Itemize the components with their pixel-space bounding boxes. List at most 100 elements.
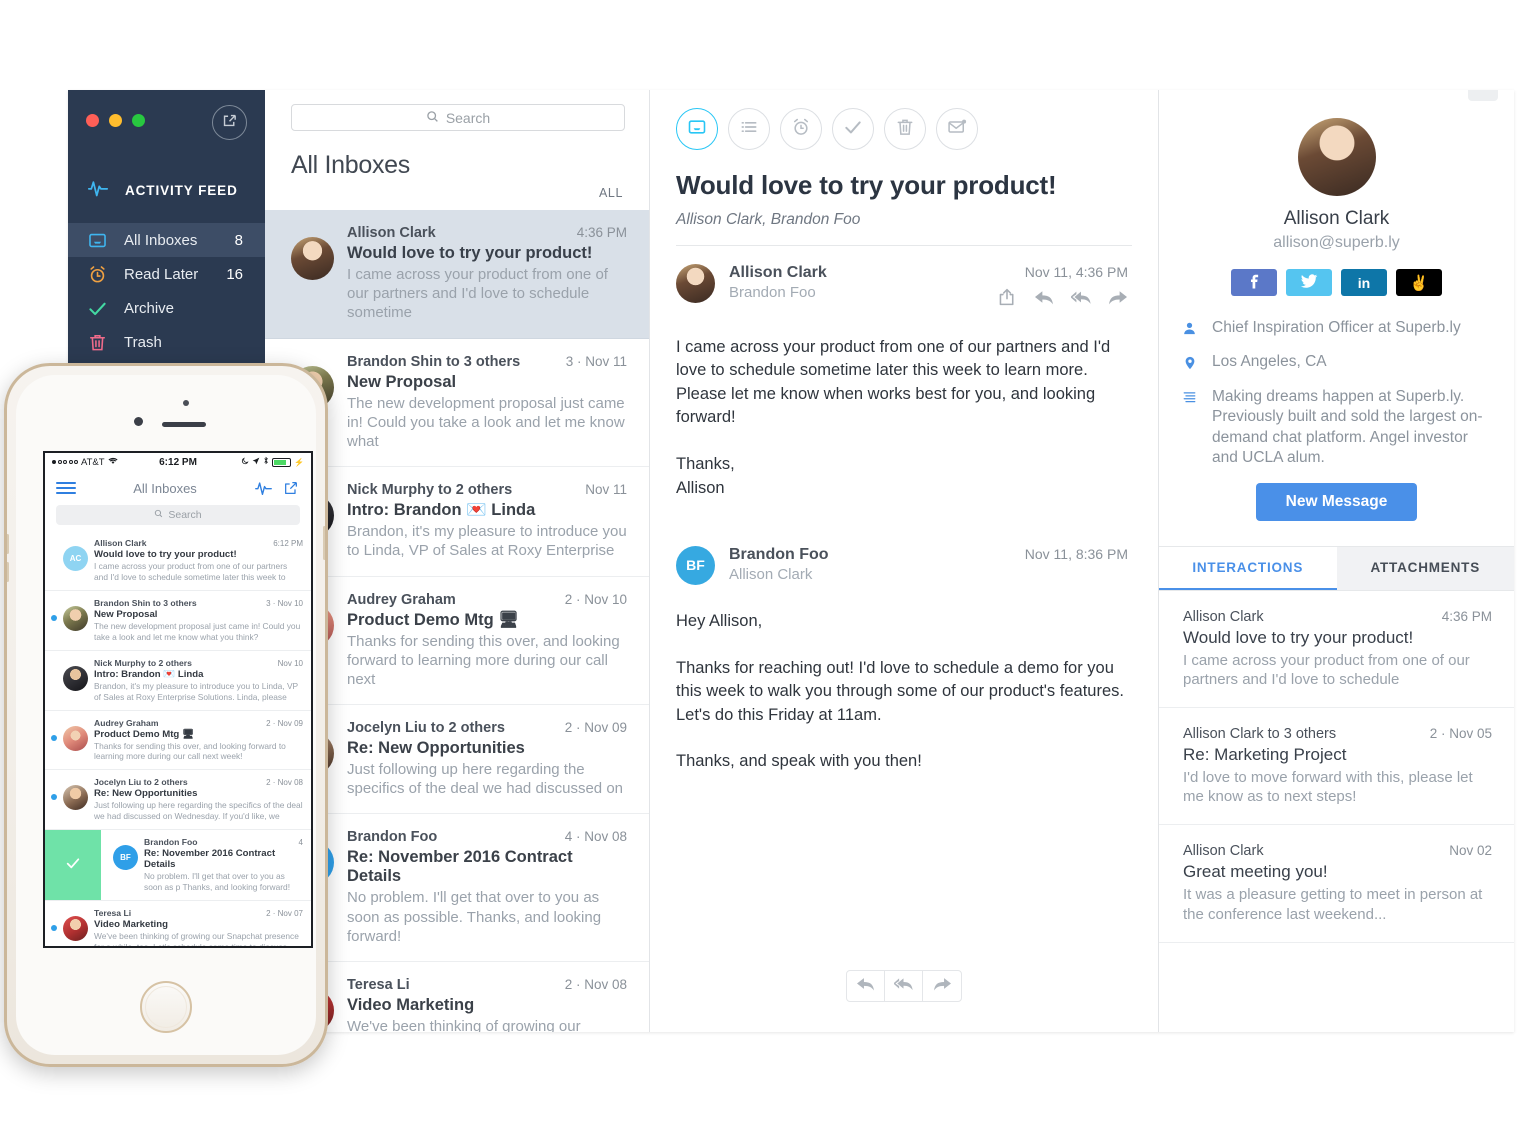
contact-panel: Allison Clark allison@superb.ly in ✌ Chi… (1159, 90, 1514, 1032)
interaction-sender: Allison Clark to 3 others (1183, 726, 1337, 743)
list-item[interactable]: Allison Clark 4:36 PM Would love to try … (1159, 591, 1514, 709)
message-column: Would love to try your product! Allison … (650, 90, 1159, 1032)
row-subject: Re: November 2016 Contract Details (144, 848, 276, 871)
tab-interactions[interactable]: INTERACTIONS (1159, 546, 1337, 590)
facebook-link[interactable] (1231, 269, 1277, 296)
mail-unread-icon (947, 117, 967, 142)
row-subject: Product Demo Mtg 🖥 (347, 610, 520, 629)
hamburger-icon[interactable] (56, 478, 76, 497)
avatar (63, 725, 88, 751)
toolbar-list-button[interactable] (728, 108, 770, 150)
activity-icon (87, 179, 109, 202)
row-meta: 3 · Nov 11 (565, 353, 627, 369)
power-button[interactable] (323, 526, 325, 560)
list-item[interactable]: Allison Clark Nov 02 Great meeting you! … (1159, 825, 1514, 943)
new-message-button[interactable]: New Message (1255, 482, 1418, 521)
reply-icon[interactable] (1034, 288, 1054, 311)
angellist-link[interactable]: ✌ (1396, 269, 1442, 296)
share-icon[interactable] (997, 288, 1017, 311)
toolbar-archive-button[interactable] (832, 108, 874, 150)
row-sender: Nick Murphy to 2 others (347, 482, 513, 499)
toolbar-snooze-button[interactable] (780, 108, 822, 150)
row-subject: New Proposal (347, 372, 457, 391)
window-controls[interactable] (86, 114, 145, 127)
linkedin-link[interactable]: in (1341, 269, 1387, 296)
battery-icon (272, 457, 292, 467)
twitter-link[interactable] (1286, 269, 1332, 296)
contact-header: Allison Clark allison@superb.ly in ✌ (1159, 90, 1514, 296)
row-meta: 3 · Nov 10 (266, 598, 303, 608)
phone-search-input[interactable]: Search (56, 505, 300, 525)
sidebar-item-count: 16 (226, 265, 243, 283)
toolbar-inbox-button[interactable] (676, 108, 718, 150)
compose-icon[interactable] (281, 480, 300, 496)
sidebar-item-read-later[interactable]: Read Later 16 (68, 257, 265, 291)
volume-up-button[interactable] (7, 534, 9, 554)
signal-icon (52, 460, 78, 464)
row-meta: 4 (298, 838, 303, 848)
row-preview: I came across your product from one of o… (347, 266, 608, 322)
archive-swipe-action[interactable] (45, 830, 101, 901)
activity-icon[interactable] (254, 481, 273, 495)
list-item-swiped[interactable]: BF Brandon Foo 4 Re: November 2016 Contr… (45, 830, 311, 902)
list-item[interactable]: Allison Clark to 3 others 2 · Nov 05 Re:… (1159, 708, 1514, 826)
unread-badge (51, 614, 57, 621)
row-subject: Re: New Opportunities (347, 739, 525, 758)
sidebar-item-trash[interactable]: Trash (68, 325, 265, 359)
list-item[interactable]: Brandon Shin to 3 others 3 · Nov 10 New … (45, 591, 311, 651)
interaction-sender: Allison Clark (1183, 843, 1264, 860)
home-button[interactable] (140, 981, 192, 1033)
read-spacer (51, 538, 57, 583)
toolbar-mark-unread-button[interactable] (936, 108, 978, 150)
check-icon (843, 117, 863, 142)
volume-down-button[interactable] (7, 562, 9, 582)
message-date: Nov 11, 4:36 PM (1024, 264, 1128, 280)
sidebar-item-archive[interactable]: Archive (68, 291, 265, 325)
reply-all-icon[interactable] (1070, 288, 1091, 311)
inbox-icon (88, 231, 107, 250)
compose-button[interactable] (212, 105, 247, 140)
facebook-icon (1245, 272, 1263, 294)
interaction-subject: Re: Marketing Project (1183, 745, 1347, 765)
front-camera (134, 417, 143, 426)
sidebar-item-all-inboxes[interactable]: All Inboxes 8 (68, 223, 265, 257)
sidebar-item-activity-feed[interactable]: ACTIVITY FEED (68, 168, 265, 212)
message-sender: Brandon Foo (729, 545, 829, 563)
alarm-icon (88, 265, 107, 284)
phone-mockup: AT&T 6:12 PM ⚡ All Inboxes Search AC All… (4, 363, 328, 1067)
list-item[interactable]: Nick Murphy to 2 others Nov 10 Intro: Br… (45, 651, 311, 711)
minimize-window-button[interactable] (109, 114, 122, 127)
reply-all-button[interactable] (885, 971, 923, 1001)
row-subject: Product Demo Mtg 🖥 (94, 728, 195, 740)
row-meta: 2 · Nov 10 (564, 591, 627, 607)
tab-attachments[interactable]: ATTACHMENTS (1336, 546, 1514, 590)
activity-feed-label: ACTIVITY FEED (125, 182, 238, 198)
forward-button[interactable] (923, 971, 961, 1001)
row-preview: Brandon, it's my pleasure to introduce y… (94, 680, 298, 702)
expand-panel-button[interactable] (1468, 90, 1498, 101)
forward-icon[interactable] (1108, 288, 1128, 311)
avatar (63, 916, 88, 942)
unread-badge (51, 794, 57, 801)
page-title: All Inboxes (291, 151, 410, 179)
message-body: I came across your product from one of o… (676, 338, 1111, 497)
reply-button[interactable] (847, 971, 885, 1001)
phone-title: All Inboxes (133, 480, 197, 496)
toolbar-trash-button[interactable] (884, 108, 926, 150)
list-item[interactable]: AC Allison Clark 6:12 PM Would love to t… (45, 531, 311, 591)
maximize-window-button[interactable] (132, 114, 145, 127)
list-item[interactable]: Jocelyn Liu to 2 others 2 · Nov 08 Re: N… (45, 770, 311, 831)
list-item[interactable]: Teresa Li 2 · Nov 07 Video Marketing We'… (45, 901, 311, 946)
table-row[interactable]: Allison Clark 4:36 PM Would love to try … (265, 210, 649, 339)
interaction-subject: Would love to try your product! (1183, 627, 1414, 647)
list-filter-all[interactable]: ALL (291, 186, 623, 200)
row-preview: Just following up here regarding the spe… (347, 761, 623, 798)
close-window-button[interactable] (86, 114, 99, 127)
sidebar-item-label: Trash (124, 333, 162, 351)
sidebar-item-label: Archive (124, 299, 175, 317)
contact-name: Allison Clark (1283, 208, 1390, 229)
list-item[interactable]: Audrey Graham 2 · Nov 09 Product Demo Mt… (45, 711, 311, 771)
linkedin-icon: in (1357, 274, 1371, 291)
search-input[interactable]: Search (291, 104, 625, 131)
row-subject: Intro: Brandon 💌 Linda (347, 501, 536, 520)
